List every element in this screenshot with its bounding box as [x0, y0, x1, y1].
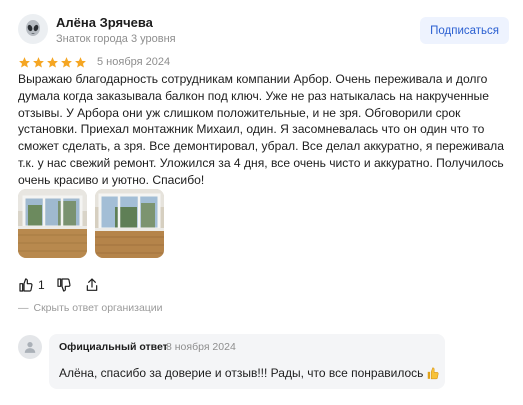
organization-avatar: [18, 335, 42, 359]
like-button[interactable]: 1: [18, 277, 56, 293]
alien-avatar-icon: [26, 20, 40, 36]
star-icon: [47, 56, 58, 68]
star-icon: [33, 56, 44, 68]
hide-reply-label: Скрыть ответ организации: [33, 302, 163, 314]
balcony-photo-icon: [95, 189, 164, 258]
author-name[interactable]: Алёна Зрячева: [56, 15, 153, 30]
share-button[interactable]: [84, 277, 100, 293]
rating-stars: [18, 56, 87, 69]
star-icon: [61, 56, 72, 68]
thumbs-up-icon: [19, 278, 33, 292]
subscribe-button[interactable]: Подписаться: [420, 17, 509, 44]
reply-text: Алёна, спасибо за доверие и отзыв!!! Рад…: [59, 366, 424, 380]
user-avatar[interactable]: [18, 14, 48, 44]
review-actions: 1: [18, 276, 100, 294]
reply-date: 8 ноября 2024: [166, 341, 236, 353]
review-photo[interactable]: [18, 189, 87, 258]
review-photo[interactable]: [95, 189, 164, 258]
share-icon: [86, 278, 97, 291]
review-text: Выражаю благодарность сотрудникам компан…: [18, 72, 504, 187]
dislike-button[interactable]: [56, 277, 72, 293]
star-icon: [19, 56, 30, 68]
thumbs-up-emoji-icon: [426, 366, 440, 380]
author-level: Знаток города 3 уровня: [56, 33, 176, 45]
rating-row: 5 ноября 2024: [18, 55, 170, 69]
official-reply: Официальный ответ 8 ноября 2024 Алёна, с…: [49, 334, 445, 389]
review-date: 5 ноября 2024: [97, 56, 171, 68]
thumbs-down-icon: [57, 278, 71, 292]
balcony-photo-icon: [18, 189, 87, 258]
user-placeholder-icon: [24, 342, 36, 353]
reply-title: Официальный ответ: [59, 341, 168, 353]
star-icon: [75, 56, 86, 68]
dash-icon: —: [18, 302, 29, 314]
reply-text-row: Алёна, спасибо за доверие и отзыв!!! Рад…: [59, 366, 440, 380]
like-count: 1: [38, 278, 45, 292]
review-header: Алёна Зрячева Знаток города 3 уровня Под…: [18, 14, 509, 50]
hide-reply-link[interactable]: — Скрыть ответ организации: [18, 302, 163, 314]
